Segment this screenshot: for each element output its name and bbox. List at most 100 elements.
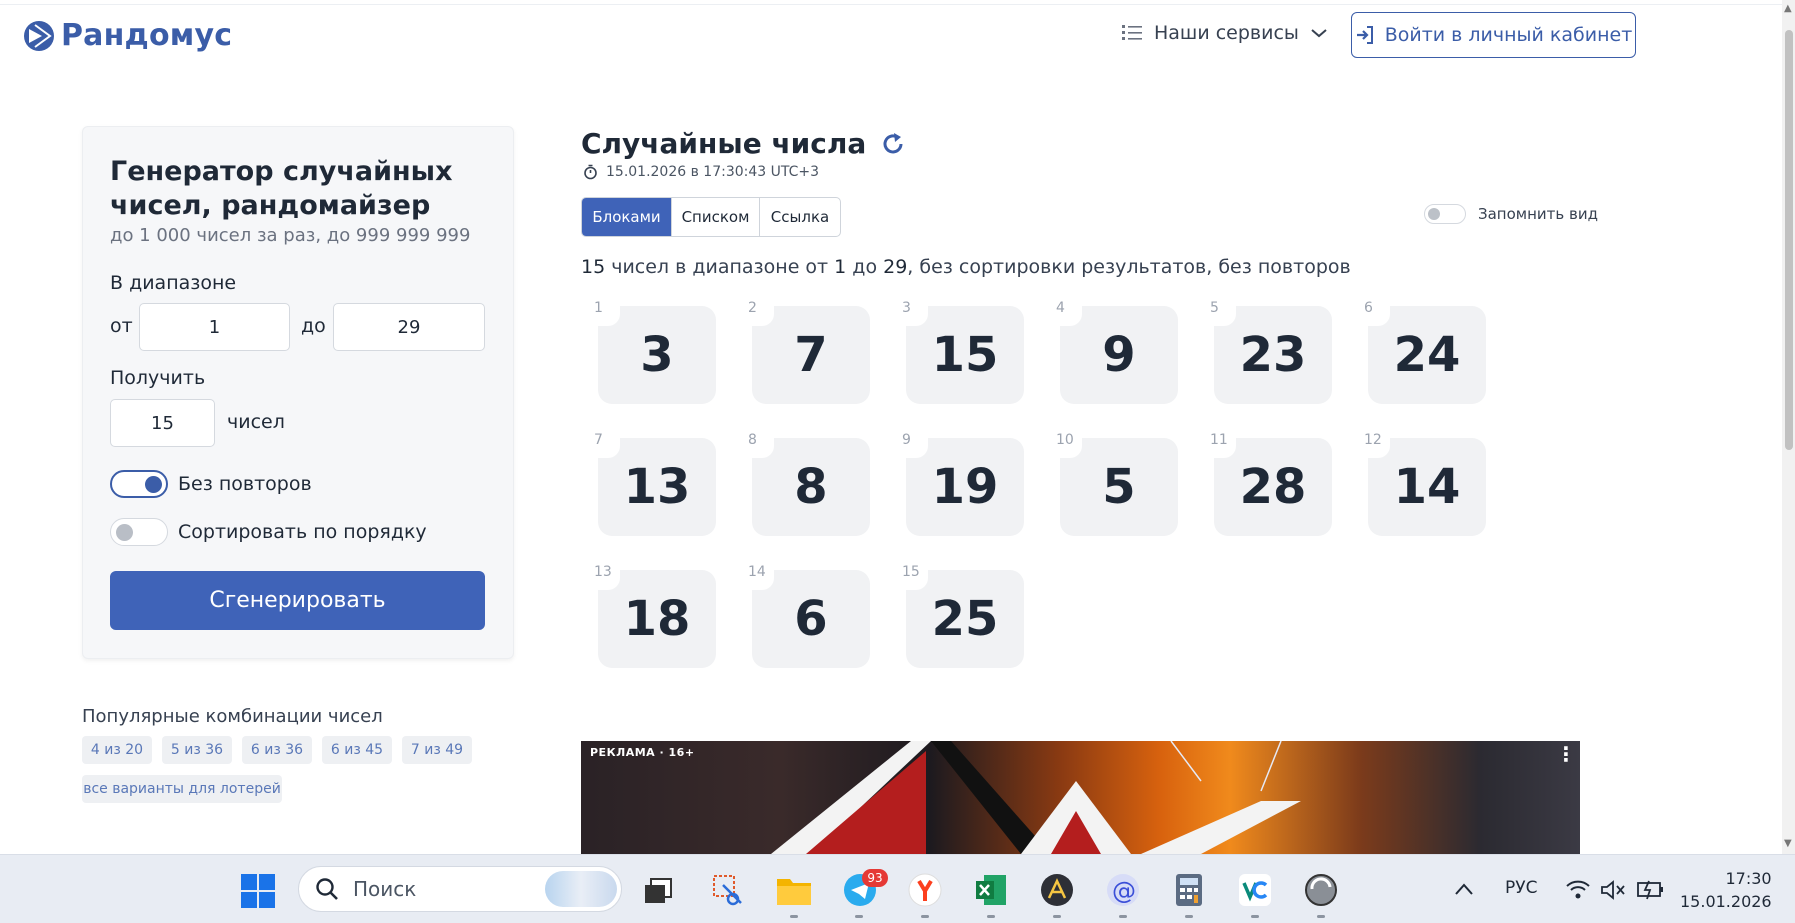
number-value: 19	[931, 459, 999, 515]
summary-text-c: , без сортировки результатов, без повтор…	[907, 256, 1351, 278]
summary-from: 1	[834, 256, 847, 278]
to-label: до	[301, 315, 326, 337]
number-index: 12	[1364, 432, 1390, 458]
number-index: 6	[1364, 300, 1390, 326]
to-input[interactable]: 29	[333, 303, 485, 351]
chip-7-of-49[interactable]: 7 из 49	[402, 736, 472, 764]
number-value: 8	[794, 459, 828, 515]
generate-button[interactable]: Сгенерировать	[110, 571, 485, 630]
number-value: 24	[1393, 327, 1461, 383]
scrollbar-thumb[interactable]	[1785, 30, 1793, 450]
number-value: 13	[623, 459, 691, 515]
number-index: 1	[594, 300, 620, 326]
results-heading: Случайные числа	[581, 127, 906, 160]
from-input[interactable]: 1	[139, 303, 290, 351]
login-button[interactable]: Войти в личный кабинет	[1351, 12, 1636, 58]
file-explorer-icon[interactable]	[776, 872, 812, 908]
number-index: 3	[902, 300, 928, 326]
remember-toggle[interactable]	[1424, 204, 1466, 224]
number-value: 5	[1102, 459, 1136, 515]
search-placeholder: Поиск	[353, 877, 417, 901]
toggle-knob	[116, 524, 133, 541]
login-icon	[1356, 26, 1373, 44]
sort-toggle[interactable]	[110, 518, 168, 546]
number-value: 9	[1102, 327, 1136, 383]
top-border	[0, 0, 1782, 5]
generator-title: Генератор случайных чисел, рандомайзер	[110, 156, 453, 221]
timestamp-row: 15.01.2026 в 17:30:43 UTC+3	[583, 164, 819, 180]
number-value: 25	[931, 591, 999, 647]
wifi-icon[interactable]	[1565, 878, 1591, 904]
results-summary: 15 чисел в диапазоне от 1 до 29, без сор…	[581, 256, 1351, 278]
summary-text-b: до	[846, 256, 884, 278]
services-menu[interactable]: Наши сервисы	[1122, 22, 1327, 44]
remember-view[interactable]: Запомнить вид	[1424, 204, 1598, 224]
task-view-icon[interactable]	[640, 872, 676, 908]
running-indicator	[1317, 915, 1325, 918]
clock-date: 15.01.2026	[1680, 892, 1772, 911]
summary-count: 15	[581, 256, 606, 278]
number-index: 8	[748, 432, 774, 458]
number-index: 14	[748, 564, 774, 590]
summary-text-a: чисел в диапазоне от	[605, 256, 835, 278]
running-indicator	[1185, 915, 1193, 918]
number-index: 11	[1210, 432, 1236, 458]
yandex-browser-icon[interactable]	[907, 872, 943, 908]
chip-6-of-36[interactable]: 6 из 36	[242, 736, 312, 764]
excel-icon[interactable]	[973, 872, 1009, 908]
toggle-knob	[1428, 208, 1440, 220]
volume-muted-icon[interactable]	[1600, 879, 1626, 905]
clock[interactable]: 17:30 15.01.2026	[1680, 867, 1772, 913]
no-repeat-toggle[interactable]	[110, 470, 168, 498]
app-circle-icon[interactable]	[1039, 872, 1075, 908]
chip-5-of-36[interactable]: 5 из 36	[162, 736, 232, 764]
summary-to: 29	[883, 256, 908, 278]
taskbar-search[interactable]: Поиск	[298, 866, 622, 912]
number-value: 6	[794, 591, 828, 647]
sort-label: Сортировать по порядку	[178, 521, 427, 543]
running-indicator	[987, 915, 995, 918]
list-icon	[1122, 25, 1142, 40]
running-indicator	[1053, 915, 1061, 918]
view-tabs: Блоками Списком Ссылка	[581, 197, 841, 237]
count-unit: чисел	[227, 411, 285, 433]
number-value: 7	[794, 327, 828, 383]
refresh-icon[interactable]	[880, 131, 906, 157]
number-value: 14	[1393, 459, 1461, 515]
tab-list[interactable]: Списком	[672, 198, 760, 236]
chip-all-lotteries[interactable]: все варианты для лотерей	[82, 775, 282, 803]
number-index: 13	[594, 564, 620, 590]
ad-label: РЕКЛАМА · 16+	[590, 746, 695, 759]
windows-start-icon[interactable]	[240, 873, 276, 913]
calculator-icon[interactable]	[1171, 872, 1207, 908]
number-value: 3	[640, 327, 674, 383]
scroll-up-icon[interactable]: ▲	[1784, 3, 1792, 14]
scroll-down-icon[interactable]: ▼	[1784, 838, 1792, 849]
results-title: Случайные числа	[581, 127, 867, 160]
chip-6-of-45[interactable]: 6 из 45	[322, 736, 392, 764]
vk-app-icon[interactable]	[1237, 872, 1273, 908]
number-index: 10	[1056, 432, 1082, 458]
snipping-tool-icon[interactable]	[710, 872, 746, 908]
clock-time: 17:30	[1725, 869, 1772, 888]
ad-artwork	[771, 741, 1301, 854]
svg-text:@: @	[1112, 877, 1136, 905]
chip-4-of-20[interactable]: 4 из 20	[82, 736, 152, 764]
tab-link[interactable]: Ссылка	[760, 198, 840, 236]
logo[interactable]: Рандомус	[23, 18, 232, 53]
app-sync-icon[interactable]	[1303, 872, 1339, 908]
from-label: от	[110, 315, 133, 337]
ad-menu-icon[interactable]: ⋮	[1556, 744, 1576, 764]
chevron-up-icon[interactable]	[1454, 881, 1474, 900]
ad-banner[interactable]	[581, 741, 1580, 854]
telegram-badge: 93	[862, 869, 888, 887]
running-indicator	[790, 915, 798, 918]
number-value: 18	[623, 591, 691, 647]
battery-icon[interactable]	[1636, 877, 1664, 905]
language-indicator[interactable]: РУС	[1505, 878, 1537, 898]
toggle-knob	[145, 476, 162, 493]
mail-icon[interactable]: @	[1105, 872, 1141, 908]
count-input[interactable]: 15	[110, 399, 215, 447]
tab-blocks[interactable]: Блоками	[582, 198, 672, 236]
stopwatch-icon	[584, 164, 597, 180]
